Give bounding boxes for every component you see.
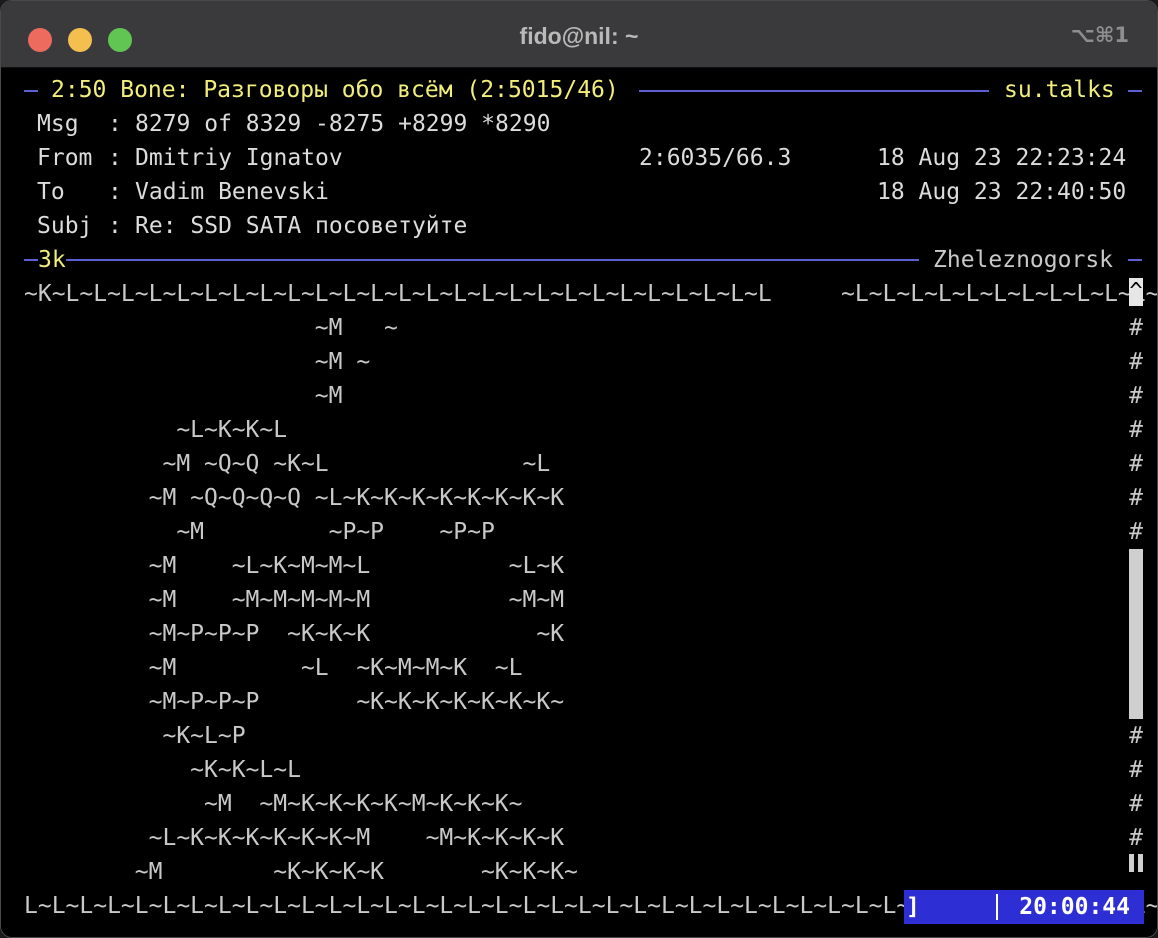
scrollbar-track-mark[interactable]: # [1128, 787, 1144, 821]
body-line: ~M ~M~K~K~K~K~M~K~K~K~ [24, 791, 523, 817]
scrollbar-track-mark[interactable]: # [1128, 345, 1144, 379]
status-indicator: ] [906, 894, 920, 920]
echo-name: su.talks [1004, 77, 1115, 103]
separator-rule-right [1128, 259, 1142, 261]
scrollbar-track-mark[interactable]: # [1128, 413, 1144, 447]
body-line: ~L~K~K~L [24, 417, 288, 443]
body-line: ~M [24, 383, 343, 409]
scroll-up-arrow[interactable]: ^ [1129, 278, 1143, 306]
scrollbar-track-mark[interactable]: # [1128, 311, 1144, 345]
body-line: ~M ~Q~Q~Q~Q ~L~K~K~K~K~K~K~K~K [24, 485, 565, 511]
body-line: ~M ~M~M~M~M~M ~M~M [24, 587, 565, 613]
msg-counter: 8279 of 8329 -8275 +8299 *8290 [135, 111, 551, 137]
body-line: ~M~P~P~P ~K~K~K ~K [24, 621, 565, 647]
body-line: ~M ~P~P ~P~P [24, 519, 495, 545]
scrollbar-track-mark[interactable]: # [1128, 821, 1144, 855]
from-label: From [37, 145, 93, 171]
origin-city: Zheleznogorsk [933, 247, 1114, 273]
from-colon: : [108, 145, 122, 171]
msg-label: Msg [37, 111, 79, 137]
body-line: ~K~L~P [24, 723, 246, 749]
body-line: ~K~K~L~L [24, 757, 301, 783]
scrollbar-track-mark[interactable]: # [1128, 515, 1144, 549]
separator-rule-left [24, 259, 38, 261]
body-line: ~M ~L ~K~M~M~K ~L [24, 655, 523, 681]
status-bar: ] 20:00:44 [904, 890, 1144, 924]
body-line: ~M~P~P~P ~K~K~K~K~K~K~K~ [24, 689, 565, 715]
scrollbar-track-mark[interactable]: # [1128, 753, 1144, 787]
to-name: Vadim Benevski [135, 179, 329, 205]
header-rule-right [1128, 90, 1142, 92]
window-shortcut-label: ⌥⌘1 [1070, 23, 1129, 47]
scrollbar-track-mark[interactable]: # [1128, 447, 1144, 481]
to-label: To [37, 179, 65, 205]
to-date: 18 Aug 23 22:40:50 [877, 179, 1127, 205]
scrollbar-track-mark[interactable]: # [1128, 481, 1144, 515]
terminal-window: fido@nil: ~ ⌥⌘1 2:50 Bone: Разговоры обо… [0, 0, 1158, 938]
body-line: ~L~K~K~K~K~K~K~M ~M~K~K~K~K [24, 825, 565, 851]
scrollbar-end-marker [1129, 854, 1143, 872]
scrollbar-track-mark[interactable]: # [1128, 719, 1144, 753]
msg-colon: : [108, 111, 122, 137]
message-size: 3k [38, 247, 66, 273]
body-line: ~M ~L~K~M~M~L ~L~K [24, 553, 565, 579]
body-line: ~M ~ [24, 315, 398, 341]
body-line: ~K~L~L~L~L~L~L~L~L~L~L~L~L~L~L~L~L~L~L~L… [24, 281, 1158, 307]
terminal-area[interactable]: 2:50 Bone: Разговоры обо всём (2:5015/46… [1, 68, 1157, 937]
body-line: ~M ~ [24, 349, 371, 375]
header-rule-middle [639, 90, 989, 92]
status-divider [996, 894, 998, 920]
status-clock: 20:00:44 [1019, 894, 1130, 920]
from-name: Dmitriy Ignatov [135, 145, 343, 171]
title-bar[interactable]: fido@nil: ~ ⌥⌘1 [1, 1, 1157, 68]
window-title: fido@nil: ~ [519, 23, 639, 49]
body-line: ~M ~Q~Q ~K~L ~L [24, 451, 551, 477]
subject: Re: SSD SATA посоветуйте [135, 213, 468, 239]
separator-rule-middle [66, 259, 919, 261]
to-colon: : [108, 179, 122, 205]
from-address: 2:6035/66.3 [639, 145, 792, 171]
area-title: 2:50 Bone: Разговоры обо всём (2:5015/46… [51, 77, 619, 103]
header-rule-left [24, 90, 38, 92]
body-line: ~M ~K~K~K~K ~K~K~K~ [24, 859, 578, 885]
from-date: 18 Aug 23 22:23:24 [877, 145, 1127, 171]
subj-colon: : [108, 213, 122, 239]
subj-label: Subj [37, 213, 93, 239]
scrollbar-thumb[interactable] [1129, 549, 1143, 719]
scrollbar-track-mark[interactable]: # [1128, 379, 1144, 413]
